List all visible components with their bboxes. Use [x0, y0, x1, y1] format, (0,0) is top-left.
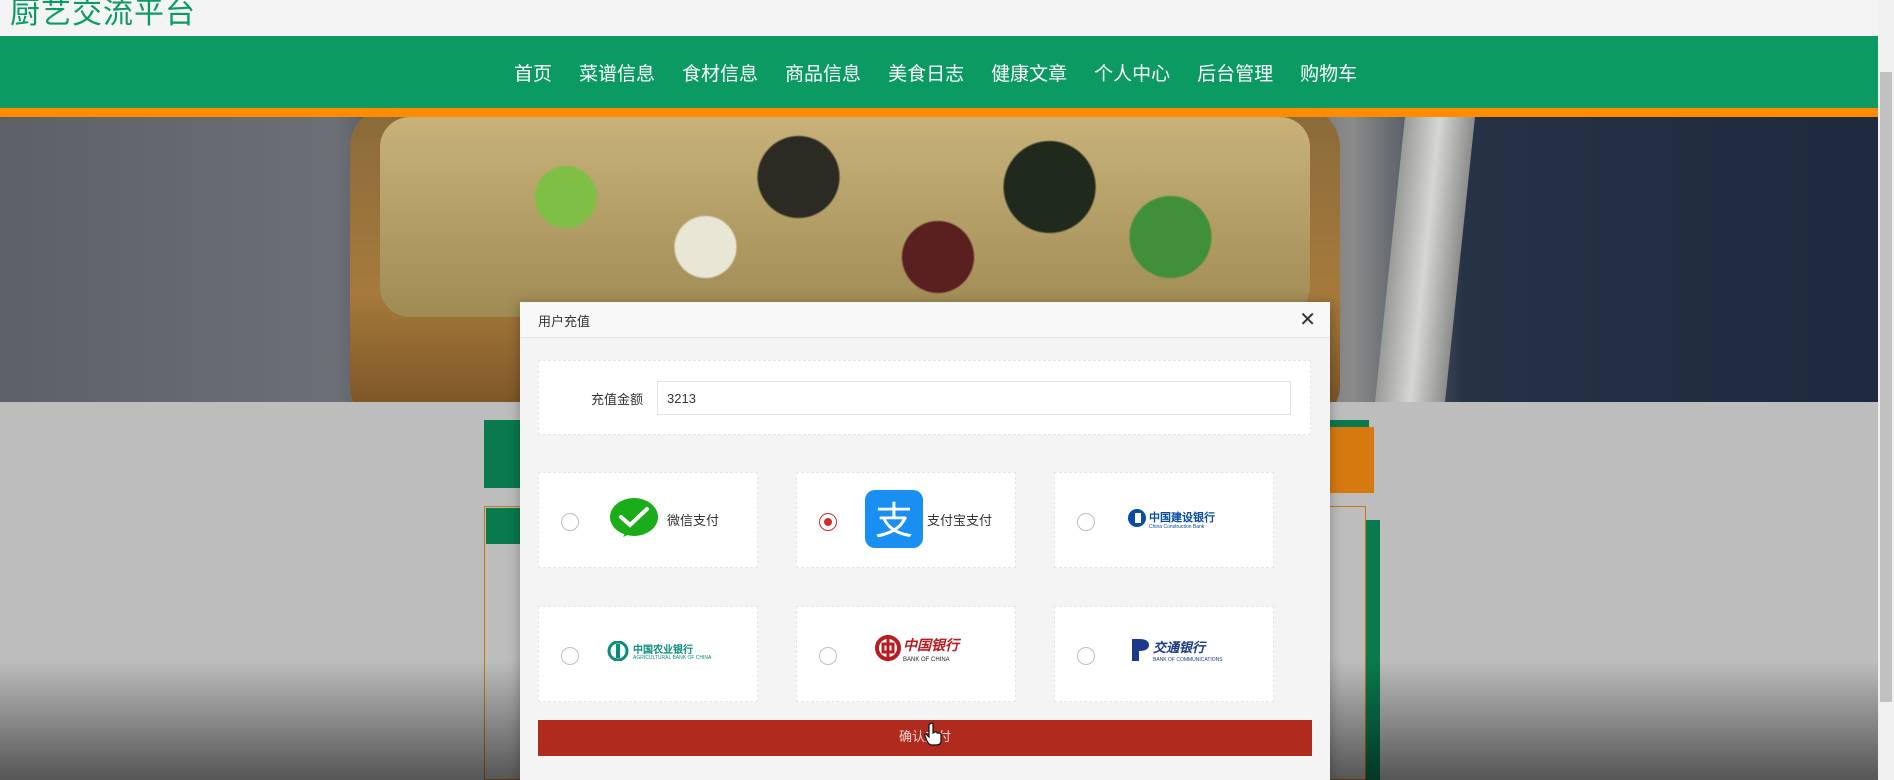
- payment-option-alipay[interactable]: 支 支付宝支付: [796, 472, 1016, 568]
- hand-cursor-icon: [924, 722, 942, 746]
- bocom-name-en: BANK OF COMMUNICATIONS: [1153, 657, 1223, 663]
- recharge-dialog: 用户充值 ✕ 充值金额 微信支付 支 支付宝支付 中国建设银行 China Co…: [520, 302, 1330, 780]
- nav-accent-bar: [0, 108, 1878, 117]
- nav-item-ingredients[interactable]: 食材信息: [682, 59, 758, 86]
- bocom-name: 交通银行: [1153, 641, 1206, 656]
- ccb-logo: [1128, 509, 1146, 527]
- abc-name-en: AGRICULTURAL BANK OF CHINA: [633, 655, 712, 661]
- nav-items: 首页 菜谱信息 食材信息 商品信息 美食日志 健康文章 个人中心 后台管理 购物…: [514, 36, 1384, 108]
- nav-item-cart[interactable]: 购物车: [1300, 59, 1357, 86]
- wechat-label: 微信支付: [667, 514, 720, 529]
- wechat-pay-icon: [610, 498, 658, 537]
- alipay-radio[interactable]: [819, 513, 837, 531]
- dialog-title: 用户充值: [538, 315, 591, 330]
- wechat-radio[interactable]: [561, 513, 579, 531]
- scrollbar-thumb[interactable]: [1880, 72, 1892, 702]
- boc-name: 中国银行: [903, 638, 959, 654]
- nav-item-health-articles[interactable]: 健康文章: [991, 59, 1067, 86]
- payment-option-boc[interactable]: 中国银行 BANK OF CHINA: [796, 606, 1016, 702]
- amount-row: 充值金额: [538, 360, 1311, 435]
- nav-item-home[interactable]: 首页: [514, 59, 552, 86]
- boc-radio[interactable]: [819, 647, 837, 665]
- site-title[interactable]: 厨艺交流平台: [10, 0, 196, 32]
- ccb-name-en: China Construction Bank: [1149, 524, 1205, 530]
- section-header-accent: [1330, 427, 1374, 493]
- bocom-radio[interactable]: [1077, 647, 1095, 665]
- nav-item-recipes[interactable]: 菜谱信息: [579, 59, 655, 86]
- svg-text:支: 支: [875, 499, 913, 543]
- abc-radio[interactable]: [561, 647, 579, 665]
- nav-item-products[interactable]: 商品信息: [785, 59, 861, 86]
- top-bar: 厨艺交流平台: [0, 0, 1878, 36]
- boc-logo: [875, 635, 901, 661]
- alipay-label: 支付宝支付: [927, 514, 993, 529]
- knife-image: [1375, 117, 1475, 402]
- ccb-radio[interactable]: [1077, 513, 1095, 531]
- nav-item-personal-center[interactable]: 个人中心: [1094, 59, 1170, 86]
- ccb-name: 中国建设银行: [1149, 511, 1215, 524]
- nav-item-admin[interactable]: 后台管理: [1197, 59, 1273, 86]
- abc-name: 中国农业银行: [633, 645, 693, 656]
- alipay-icon: 支: [865, 490, 923, 548]
- payment-option-wechat[interactable]: 微信支付: [538, 472, 758, 568]
- payment-option-ccb[interactable]: 中国建设银行 China Construction Bank: [1054, 472, 1274, 568]
- main-nav: 首页 菜谱信息 食材信息 商品信息 美食日志 健康文章 个人中心 后台管理 购物…: [0, 36, 1878, 108]
- nav-item-food-diary[interactable]: 美食日志: [888, 59, 964, 86]
- food-toppings-image: [380, 117, 1310, 317]
- close-icon[interactable]: ✕: [1299, 308, 1316, 332]
- amount-label: 充值金额: [591, 393, 644, 408]
- abc-logo: [607, 641, 629, 661]
- amount-input[interactable]: [657, 381, 1291, 415]
- boc-name-en: BANK OF CHINA: [903, 657, 950, 663]
- payment-option-abc[interactable]: 中国农业银行 AGRICULTURAL BANK OF CHINA: [538, 606, 758, 702]
- payment-option-bocom[interactable]: 交通银行 BANK OF COMMUNICATIONS: [1054, 606, 1274, 702]
- bocom-logo: [1132, 639, 1149, 661]
- dialog-header: 用户充值 ✕: [520, 302, 1330, 338]
